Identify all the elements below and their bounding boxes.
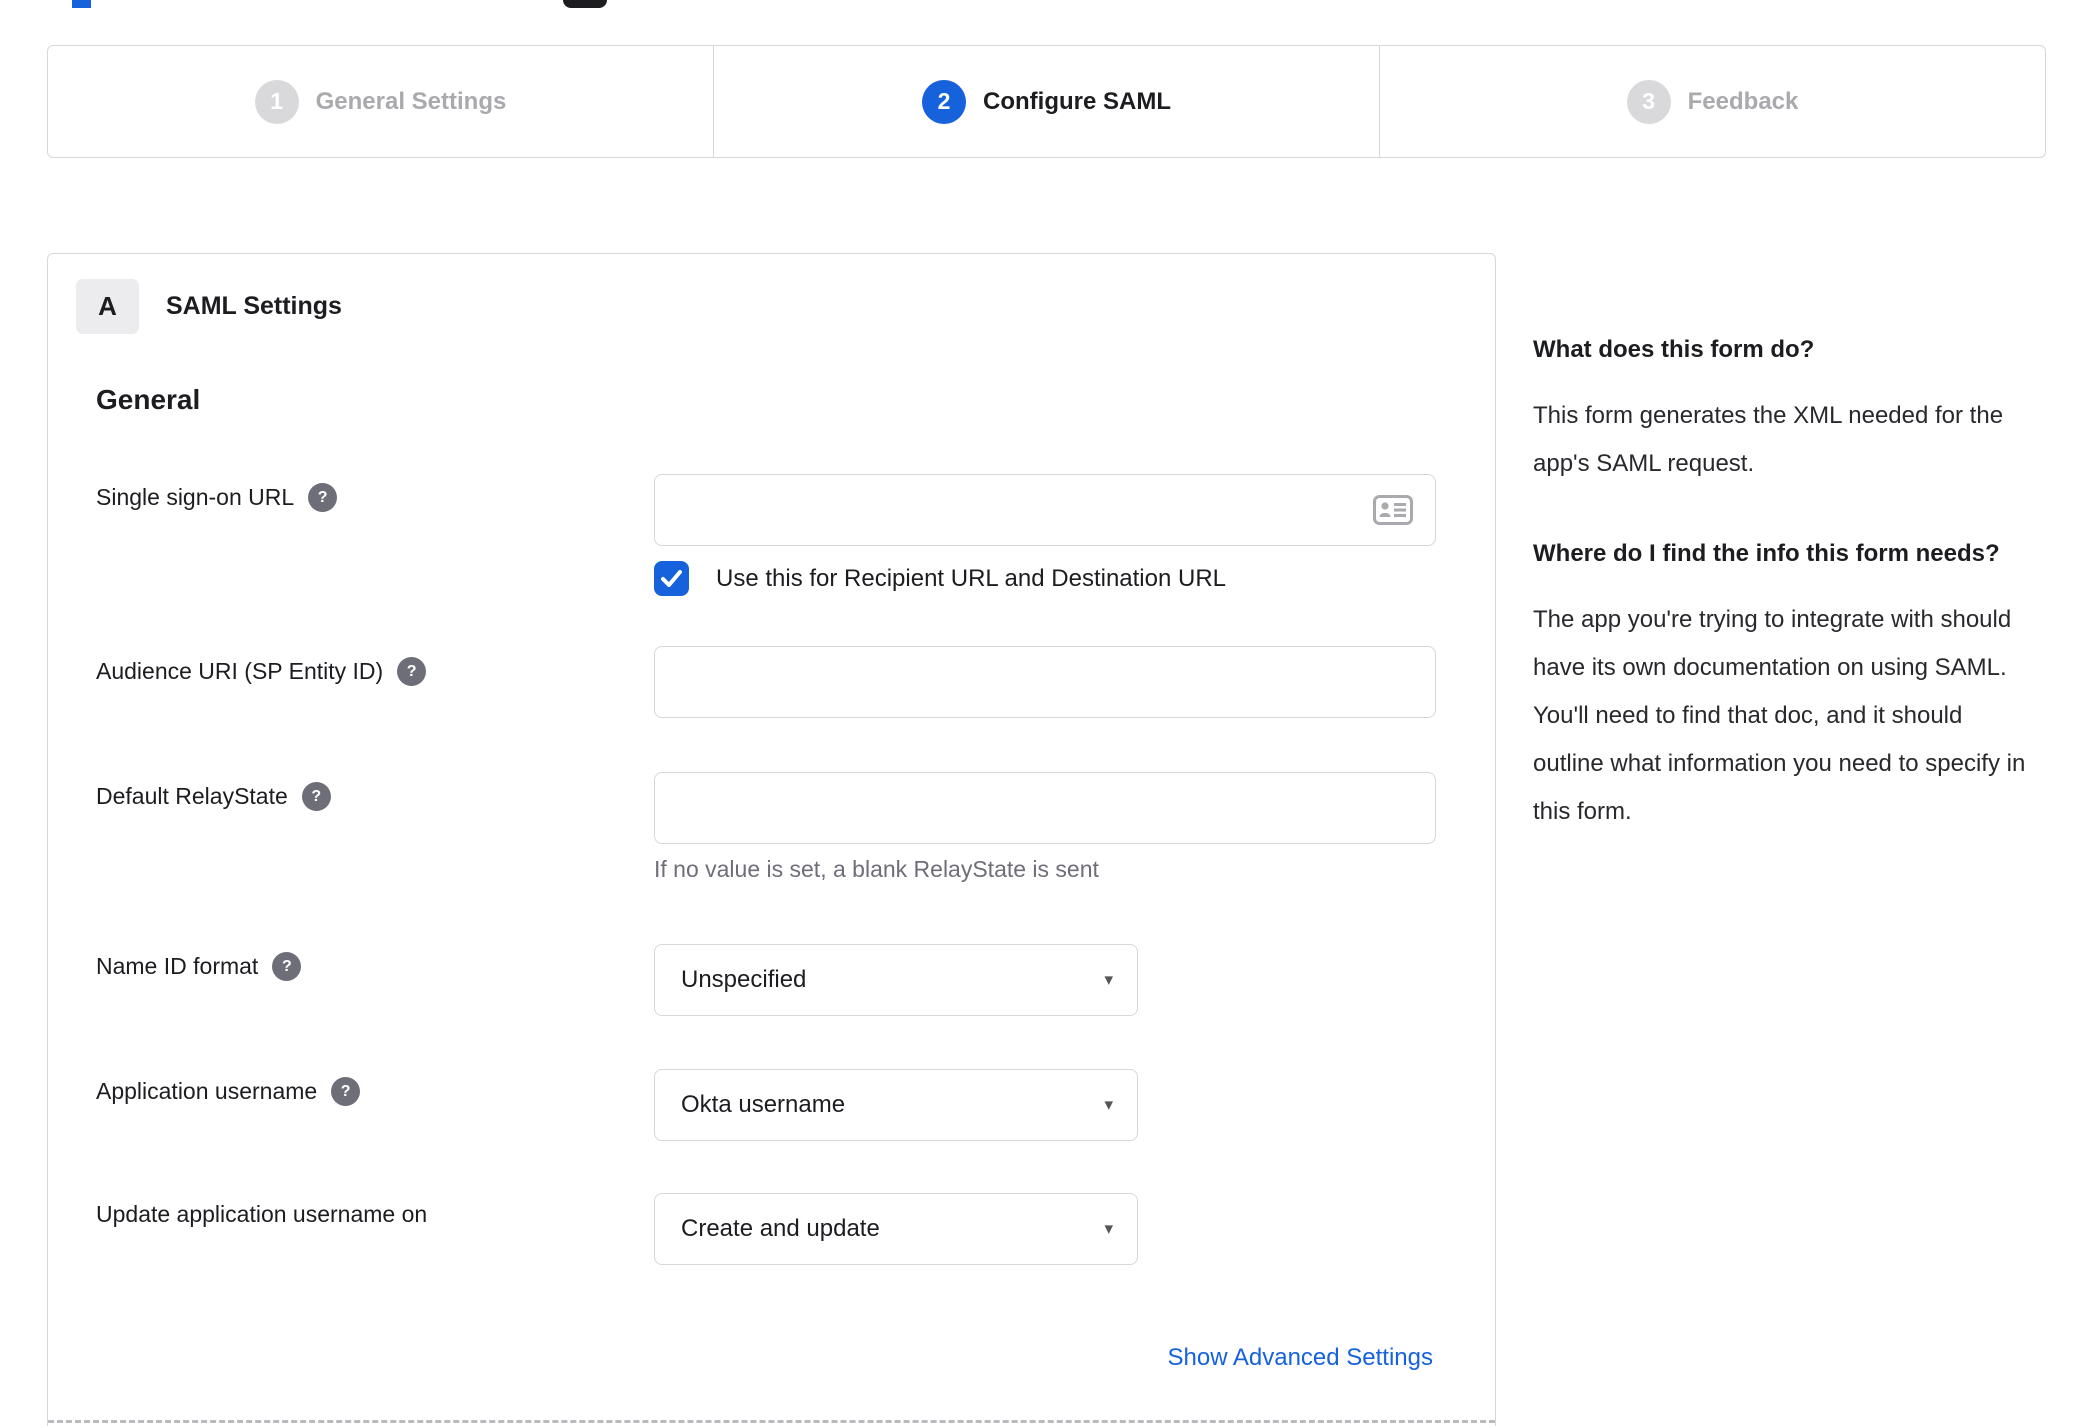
help-icon[interactable]: ? bbox=[272, 952, 302, 981]
show-advanced-settings-link[interactable]: Show Advanced Settings bbox=[1167, 1344, 1433, 1372]
wizard-stepper: 1 General Settings 2 Configure SAML 3 Fe… bbox=[47, 45, 2046, 158]
update-username-select[interactable]: Create and update ▾ bbox=[654, 1193, 1138, 1265]
update-username-value: Create and update bbox=[681, 1215, 880, 1242]
chevron-down-icon: ▾ bbox=[1104, 1095, 1113, 1114]
dashed-divider bbox=[48, 1420, 1495, 1423]
audience-uri-label-text: Audience URI (SP Entity ID) bbox=[96, 658, 384, 684]
panel-title: SAML Settings bbox=[166, 292, 342, 320]
name-id-format-label: Name ID format ? bbox=[96, 952, 302, 981]
sso-url-input[interactable] bbox=[654, 474, 1436, 546]
help-icon[interactable]: ? bbox=[308, 483, 338, 512]
recipient-url-checkbox-label: Use this for Recipient URL and Destinati… bbox=[716, 564, 1227, 592]
sso-url-label-text: Single sign-on URL bbox=[96, 484, 295, 510]
application-username-label: Application username ? bbox=[96, 1077, 361, 1106]
cropped-blue-element bbox=[72, 0, 91, 8]
step-label: General Settings bbox=[315, 87, 507, 115]
saml-settings-panel: A SAML Settings General Single sign-on U… bbox=[47, 253, 1496, 1426]
sso-recipient-checkbox-row: Use this for Recipient URL and Destinati… bbox=[654, 561, 1226, 596]
application-username-select[interactable]: Okta username ▾ bbox=[654, 1069, 1138, 1141]
relay-state-label: Default RelayState ? bbox=[96, 782, 331, 811]
help-answer: This form generates the XML needed for t… bbox=[1533, 402, 2004, 477]
update-username-label-text: Update application username on bbox=[96, 1201, 428, 1227]
application-username-label-text: Application username bbox=[96, 1078, 318, 1104]
sso-url-label: Single sign-on URL ? bbox=[96, 483, 338, 512]
help-answer: The app you're trying to integrate with … bbox=[1533, 606, 2026, 825]
step-configure-saml[interactable]: 2 Configure SAML bbox=[713, 46, 1379, 157]
chevron-down-icon: ▾ bbox=[1104, 1219, 1113, 1238]
check-icon bbox=[661, 570, 682, 587]
chevron-down-icon: ▾ bbox=[1104, 970, 1113, 989]
relay-state-input[interactable] bbox=[654, 772, 1436, 844]
step-label: Feedback bbox=[1687, 87, 1799, 115]
audience-uri-input[interactable] bbox=[654, 646, 1436, 718]
help-block-where: Where do I find the info this form needs… bbox=[1533, 530, 2038, 836]
cropped-dark-element bbox=[563, 0, 607, 8]
application-username-value: Okta username bbox=[681, 1091, 846, 1118]
recipient-url-checkbox[interactable] bbox=[654, 561, 689, 596]
step-label: Configure SAML bbox=[983, 87, 1171, 115]
help-question: What does this form do? bbox=[1533, 336, 1815, 363]
step-general-settings[interactable]: 1 General Settings bbox=[48, 46, 713, 157]
step-number-badge: 3 bbox=[1626, 79, 1671, 124]
help-sidebar: What does this form do? This form genera… bbox=[1533, 326, 2038, 836]
update-username-label: Update application username on bbox=[96, 1201, 427, 1228]
name-id-format-value: Unspecified bbox=[681, 966, 807, 993]
help-icon[interactable]: ? bbox=[331, 1077, 361, 1106]
general-section-title: General bbox=[96, 384, 201, 415]
help-block-what: What does this form do? This form genera… bbox=[1533, 326, 2038, 488]
help-icon[interactable]: ? bbox=[301, 782, 331, 811]
step-number-badge: 2 bbox=[922, 79, 966, 124]
step-number-badge: 1 bbox=[254, 79, 299, 124]
audience-uri-label: Audience URI (SP Entity ID) ? bbox=[96, 657, 427, 686]
help-icon[interactable]: ? bbox=[397, 657, 427, 686]
section-a-badge: A bbox=[76, 279, 139, 334]
relay-state-label-text: Default RelayState bbox=[96, 783, 288, 809]
relay-state-hint: If no value is set, a blank RelayState i… bbox=[654, 856, 1099, 882]
name-id-format-select[interactable]: Unspecified ▾ bbox=[654, 944, 1138, 1016]
help-question: Where do I find the info this form needs… bbox=[1533, 540, 2000, 567]
step-feedback[interactable]: 3 Feedback bbox=[1379, 46, 2045, 157]
name-id-format-label-text: Name ID format bbox=[96, 953, 259, 979]
